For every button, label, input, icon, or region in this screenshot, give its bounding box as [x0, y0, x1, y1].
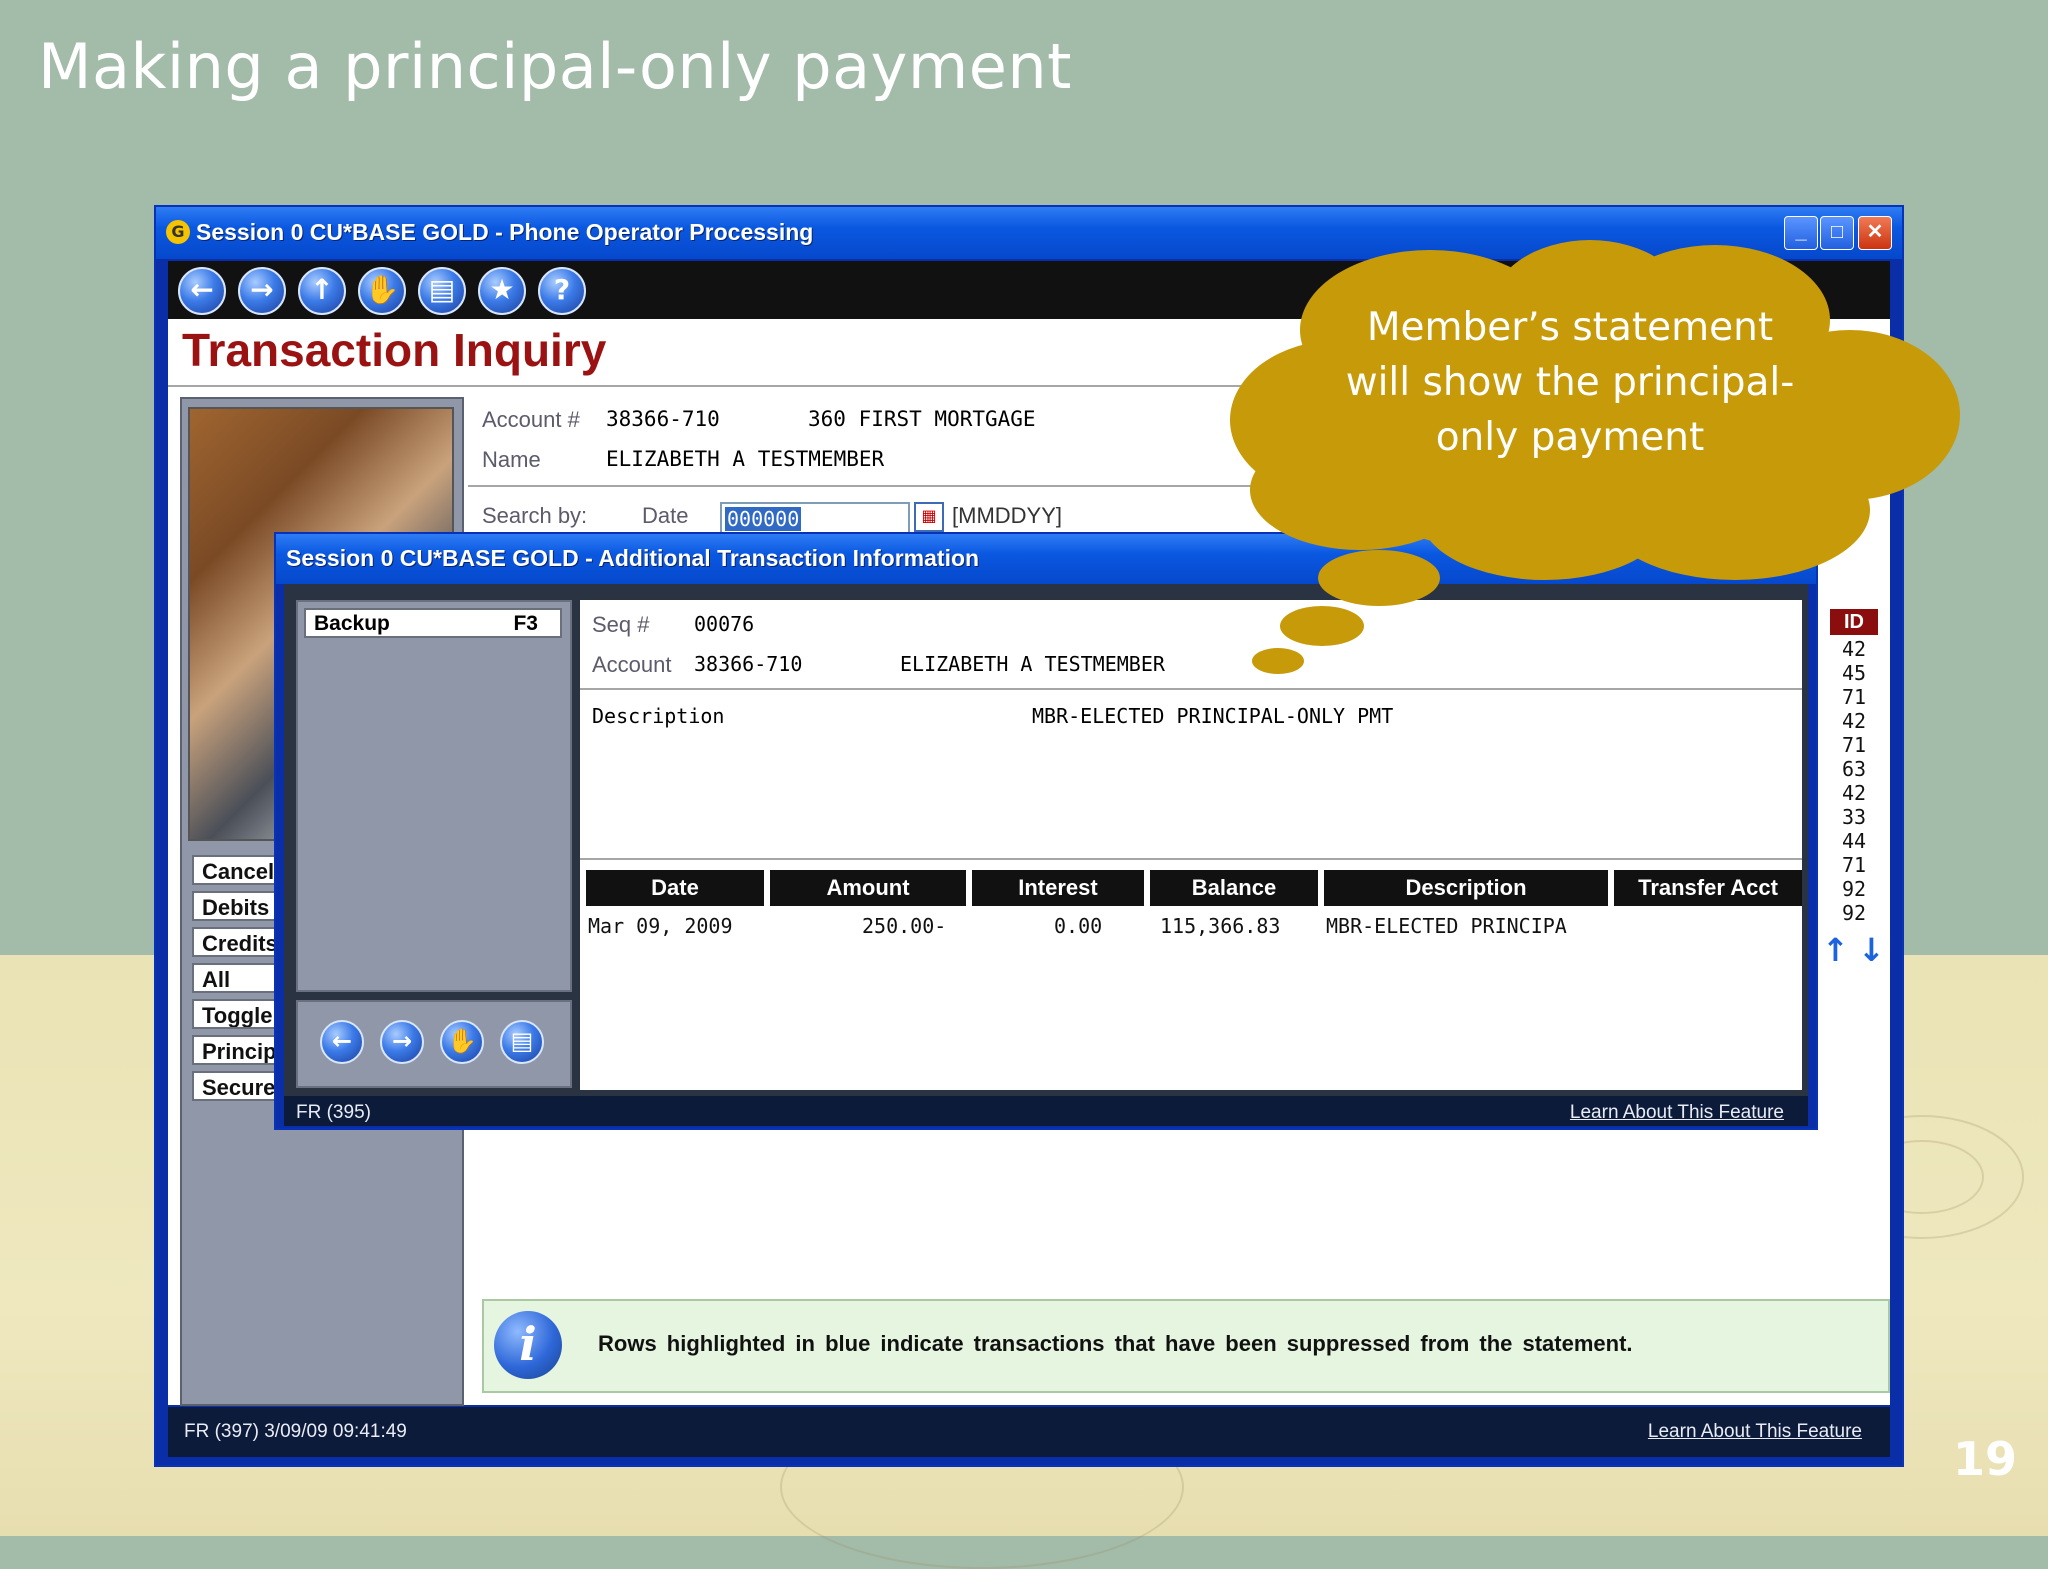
id-cell: 44: [1841, 829, 1867, 853]
column-header-balance: Balance: [1150, 870, 1318, 906]
id-cell: 92: [1841, 901, 1867, 925]
back-arrow-icon[interactable]: ←: [320, 1020, 364, 1064]
cloud-bubble: [1252, 648, 1304, 674]
row-interest: 0.00: [1054, 914, 1103, 938]
column-header-date: Date: [586, 870, 764, 906]
maximize-button[interactable]: □: [1820, 216, 1854, 250]
main-window-title: Session 0 CU*BASE GOLD - Phone Operator …: [196, 219, 814, 245]
callout-line: only payment: [1435, 415, 1705, 460]
info-message: i Rows highlighted in blue indicate tran…: [482, 1299, 1890, 1393]
callout-line: will show the principal-: [1345, 360, 1795, 405]
main-status-bar: FR (397) 3/09/09 09:41:49 Learn About Th…: [168, 1407, 1890, 1457]
column-header-amount: Amount: [770, 870, 966, 906]
account-number: 38366-710: [606, 407, 720, 431]
cloud-bubble: [1318, 550, 1440, 606]
dialog-status-bar: FR (395) Learn About This Feature: [284, 1096, 1808, 1126]
callout-line: Member’s statement: [1366, 305, 1774, 350]
description-value: MBR-ELECTED PRINCIPAL-ONLY PMT: [1032, 704, 1394, 728]
cloud-bubble: [1280, 606, 1364, 646]
dialog-status-text: FR (395): [296, 1102, 371, 1123]
date-search-input[interactable]: 000000: [720, 502, 910, 534]
id-column-header: ID: [1830, 609, 1878, 635]
id-cell: 71: [1841, 733, 1867, 757]
row-amount: 250.00-: [862, 914, 947, 938]
seq-label: Seq #: [592, 612, 650, 637]
up-arrow-icon[interactable]: ↑: [298, 267, 346, 315]
page-title: Transaction Inquiry: [182, 324, 607, 376]
dialog-content: Seq # 00076 Account 38366-710 ELIZABETH …: [580, 600, 1802, 1090]
scroll-down-icon[interactable]: ↓: [1858, 931, 1885, 969]
column-header-transfer-acct: Transfer Acct: [1614, 870, 1802, 906]
id-cell: 45: [1841, 661, 1867, 685]
id-cell: 63: [1841, 757, 1867, 781]
id-cell: 42: [1841, 781, 1867, 805]
row-balance: 115,366.83: [1160, 914, 1281, 938]
hand-stop-icon[interactable]: ✋: [440, 1020, 484, 1064]
forward-arrow-icon[interactable]: →: [238, 267, 286, 315]
learn-about-feature-link[interactable]: Learn About This Feature: [1648, 1421, 1862, 1443]
account-label: Account: [592, 652, 672, 677]
additional-info-dialog: Session 0 CU*BASE GOLD - Additional Tran…: [274, 532, 1818, 1130]
date-input-value: 000000: [725, 507, 802, 531]
account-label: Account #: [482, 407, 580, 432]
forward-arrow-icon[interactable]: →: [380, 1020, 424, 1064]
divider: [580, 688, 1802, 690]
page-number: 19: [1953, 1432, 2018, 1486]
backup-label: Backup: [314, 612, 390, 635]
account-description: 360 FIRST MORTGAGE: [808, 407, 1036, 431]
id-column: ID 42 45 71 42 71 63 42 33 44 71 92 92: [1830, 609, 1878, 925]
seq-value: 00076: [694, 612, 755, 636]
info-text: Rows highlighted in blue indicate transa…: [598, 1331, 1633, 1356]
column-header-description: Description: [1324, 870, 1608, 906]
id-cell: 71: [1841, 685, 1867, 709]
dialog-left-panel: Backup F3: [296, 600, 572, 992]
backup-key: F3: [513, 612, 538, 635]
close-button[interactable]: ✕: [1858, 216, 1892, 250]
dialog-title: Session 0 CU*BASE GOLD - Additional Tran…: [286, 545, 980, 571]
search-by-label: Search by:: [482, 503, 588, 528]
name-label: Name: [482, 447, 541, 472]
account-name: ELIZABETH A TESTMEMBER: [900, 652, 1165, 676]
id-cell: 92: [1841, 877, 1867, 901]
id-cell: 42: [1841, 709, 1867, 733]
date-format-hint: [MMDDYY]: [952, 503, 1062, 528]
account-number: 38366-710: [694, 652, 803, 676]
back-arrow-icon[interactable]: ←: [178, 267, 226, 315]
scroll-up-icon[interactable]: ↑: [1822, 931, 1849, 969]
minimize-button[interactable]: _: [1784, 216, 1818, 250]
id-cell: 71: [1841, 853, 1867, 877]
divider: [580, 858, 1802, 860]
id-cell: 33: [1841, 805, 1867, 829]
dialog-body: Backup F3 ← → ✋ ▤ Seq # 00076 Account 38…: [284, 584, 1808, 1096]
backup-button[interactable]: Backup F3: [304, 608, 562, 638]
info-icon: i: [494, 1311, 562, 1379]
slide-title: Making a principal-only payment: [38, 30, 1072, 103]
description-label: Description: [592, 704, 725, 728]
calendar-icon[interactable]: ▦: [914, 502, 944, 532]
dialog-nav-panel: ← → ✋ ▤: [296, 1000, 572, 1088]
row-description: MBR-ELECTED PRINCIPA: [1326, 914, 1567, 938]
callout-text: Member’s statement will show the princip…: [1300, 300, 1840, 465]
help-icon[interactable]: ?: [538, 267, 586, 315]
row-date: Mar 09, 2009: [588, 914, 733, 938]
member-name: ELIZABETH A TESTMEMBER: [606, 447, 885, 471]
app-logo-icon: G: [166, 220, 190, 244]
column-header-interest: Interest: [972, 870, 1144, 906]
hand-stop-icon[interactable]: ✋: [358, 267, 406, 315]
print-icon[interactable]: ▤: [418, 267, 466, 315]
learn-about-feature-link[interactable]: Learn About This Feature: [1570, 1102, 1784, 1124]
date-label: Date: [642, 503, 689, 528]
print-icon[interactable]: ▤: [500, 1020, 544, 1064]
star-icon[interactable]: ★: [478, 267, 526, 315]
id-cell: 42: [1841, 637, 1867, 661]
status-text: FR (397) 3/09/09 09:41:49: [184, 1421, 407, 1442]
